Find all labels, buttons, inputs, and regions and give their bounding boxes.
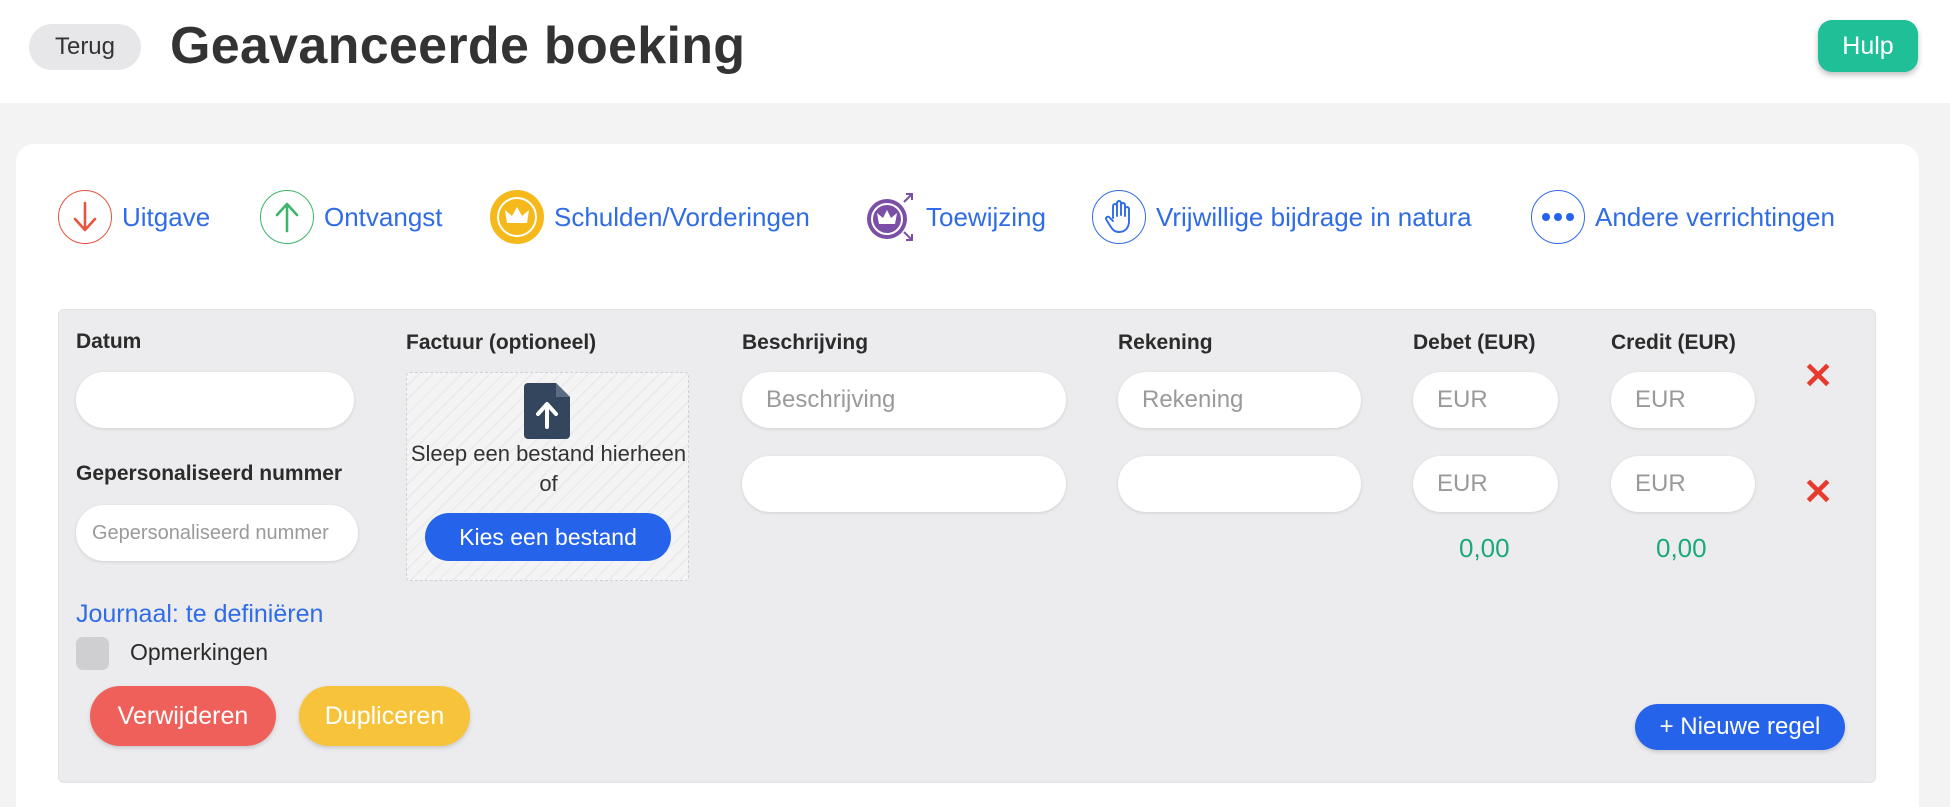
journal-link[interactable]: Journaal: te definiëren (76, 600, 323, 629)
description-header: Beschrijving (742, 331, 869, 354)
dropzone-text: Sleep een bestand hierheen of (407, 439, 690, 499)
more-dots-icon (1531, 190, 1585, 244)
delete-button[interactable]: Verwijderen (90, 686, 276, 746)
choose-file-button[interactable]: Kies een bestand (425, 513, 671, 561)
file-upload-icon (524, 383, 570, 439)
account-header: Rekening (1118, 331, 1213, 354)
remarks-checkbox[interactable] (76, 637, 109, 670)
type-toewijzing[interactable]: Toewijzing (862, 188, 1046, 246)
type-bijdrage-natura[interactable]: Vrijwillige bijdrage in natura (1092, 188, 1472, 246)
dropzone-text-line1: Sleep een bestand hierheen (410, 441, 687, 466)
top-bar: Terug Geavanceerde boeking Hulp (0, 0, 1950, 103)
crown-transfer-icon (862, 190, 916, 244)
date-input[interactable] (76, 372, 354, 428)
line-credit-input[interactable] (1611, 372, 1755, 428)
duplicate-button[interactable]: Dupliceren (299, 686, 470, 746)
type-label: Vrijwillige bijdrage in natura (1156, 201, 1472, 232)
help-button[interactable]: Hulp (1818, 20, 1918, 72)
type-label: Ontvangst (324, 201, 443, 232)
back-button[interactable]: Terug (29, 24, 141, 70)
line-debit-input[interactable] (1413, 456, 1558, 512)
line-debit-input[interactable] (1413, 372, 1558, 428)
type-schulden-vorderingen[interactable]: Schulden/Vorderingen (490, 188, 810, 246)
arrow-down-icon (58, 190, 112, 244)
type-label: Uitgave (122, 201, 211, 232)
line-description-input[interactable] (742, 372, 1066, 428)
add-line-button[interactable]: + Nieuwe regel (1635, 704, 1845, 750)
debit-header: Debet (EUR) (1413, 331, 1536, 354)
arrow-up-icon (260, 190, 314, 244)
credit-total: 0,00 (1656, 533, 1707, 563)
date-label: Datum (76, 330, 142, 353)
line-credit-input[interactable] (1611, 456, 1755, 512)
delete-line-icon[interactable]: ✕ (1803, 358, 1833, 394)
remarks-label: Opmerkingen (130, 639, 269, 665)
line-account-input[interactable] (1118, 372, 1361, 428)
type-andere-verrichtingen[interactable]: Andere verrichtingen (1531, 188, 1835, 246)
dropzone-text-line2: of (539, 471, 558, 496)
custom-number-input[interactable] (76, 505, 358, 561)
type-ontvangst[interactable]: Ontvangst (260, 188, 443, 246)
type-uitgave[interactable]: Uitgave (58, 188, 210, 246)
invoice-label: Factuur (optioneel) (406, 331, 597, 354)
line-description-input[interactable] (742, 456, 1066, 512)
hand-icon (1092, 190, 1146, 244)
delete-line-icon[interactable]: ✕ (1803, 474, 1833, 510)
custom-number-label: Gepersonaliseerd nummer (76, 462, 343, 485)
crown-icon (490, 190, 544, 244)
type-label: Andere verrichtingen (1595, 201, 1835, 232)
credit-header: Credit (EUR) (1611, 331, 1736, 354)
line-account-input[interactable] (1118, 456, 1361, 512)
file-dropzone[interactable]: Sleep een bestand hierheen of Kies een b… (406, 372, 689, 581)
type-label: Toewijzing (926, 201, 1046, 232)
type-label: Schulden/Vorderingen (554, 201, 810, 232)
page-title: Geavanceerde boeking (170, 17, 746, 75)
debit-total: 0,00 (1459, 533, 1510, 563)
